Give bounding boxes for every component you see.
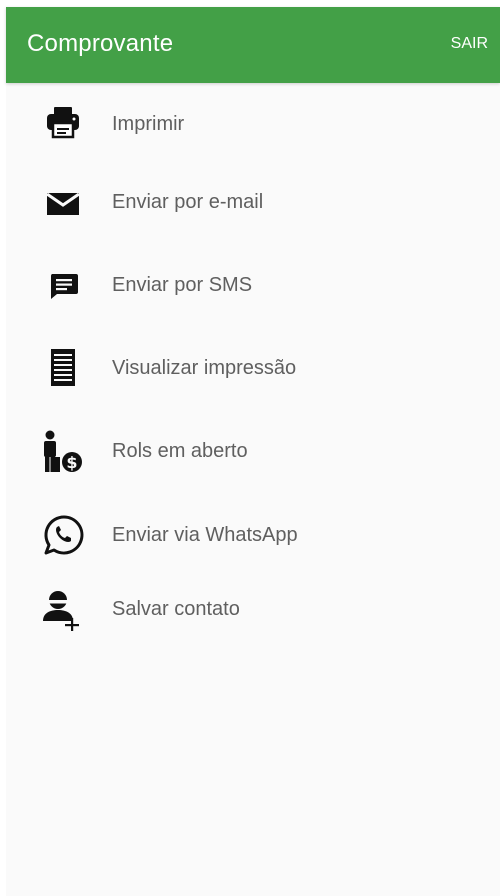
menu-item-open-rols[interactable]: $ Rols em aberto bbox=[6, 421, 500, 481]
person-money-icon: $ bbox=[40, 429, 86, 473]
menu-item-label: Rols em aberto bbox=[112, 440, 248, 462]
menu-item-print[interactable]: Imprimir bbox=[6, 94, 500, 154]
page-title: Comprovante bbox=[27, 30, 174, 57]
exit-button[interactable]: SAIR bbox=[451, 35, 488, 53]
menu-item-label: Enviar via WhatsApp bbox=[112, 524, 298, 546]
menu-item-save-contact[interactable]: Salvar contato bbox=[6, 579, 500, 639]
menu-item-label: Imprimir bbox=[112, 113, 185, 135]
screen: Comprovante SAIR Imprimir Enviar por e-m… bbox=[6, 7, 500, 896]
add-contact-icon bbox=[40, 587, 86, 631]
whatsapp-icon bbox=[40, 513, 86, 557]
menu-item-whatsapp[interactable]: Enviar via WhatsApp bbox=[6, 505, 500, 565]
menu-item-label: Enviar por e-mail bbox=[112, 191, 264, 213]
email-icon bbox=[40, 180, 86, 224]
menu-item-print-preview[interactable]: Visualizar impressão bbox=[6, 338, 500, 398]
sms-icon bbox=[40, 263, 86, 307]
svg-text:$: $ bbox=[66, 453, 77, 472]
app-bar: Comprovante SAIR bbox=[6, 7, 500, 83]
menu-item-sms[interactable]: Enviar por SMS bbox=[6, 255, 500, 315]
menu-item-label: Visualizar impressão bbox=[112, 357, 297, 379]
printer-icon bbox=[40, 102, 86, 146]
document-icon bbox=[40, 346, 86, 390]
menu-item-email[interactable]: Enviar por e-mail bbox=[6, 172, 500, 232]
menu-item-label: Salvar contato bbox=[112, 598, 240, 620]
menu-item-label: Enviar por SMS bbox=[112, 274, 253, 296]
